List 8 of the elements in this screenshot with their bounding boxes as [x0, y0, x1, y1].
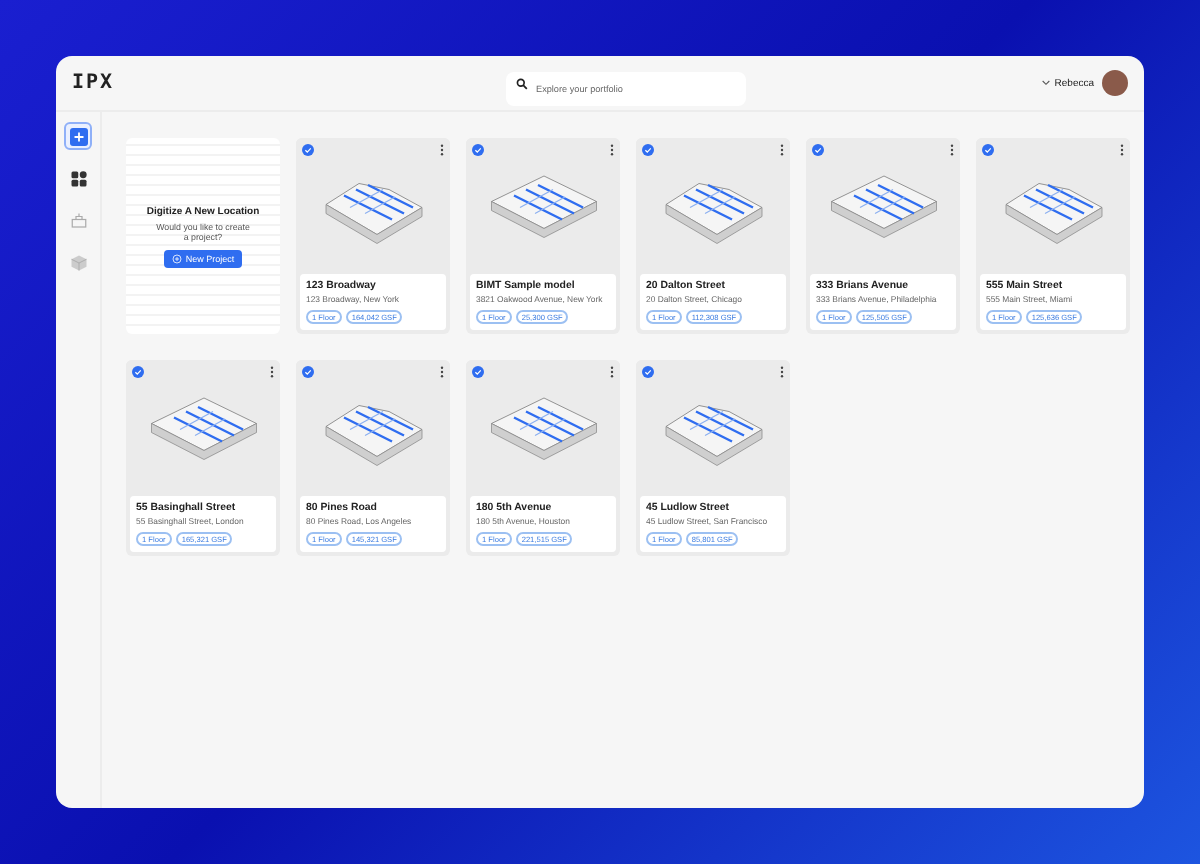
avatar[interactable]: [1102, 70, 1128, 96]
cube-icon: [69, 253, 87, 271]
logo: IPX: [72, 72, 115, 94]
plus-circle-icon: [171, 253, 182, 263]
caret-icon[interactable]: [1042, 80, 1051, 86]
buildings-icon: [69, 211, 87, 229]
grid-icon: [69, 169, 87, 187]
plus-icon: [69, 127, 87, 145]
